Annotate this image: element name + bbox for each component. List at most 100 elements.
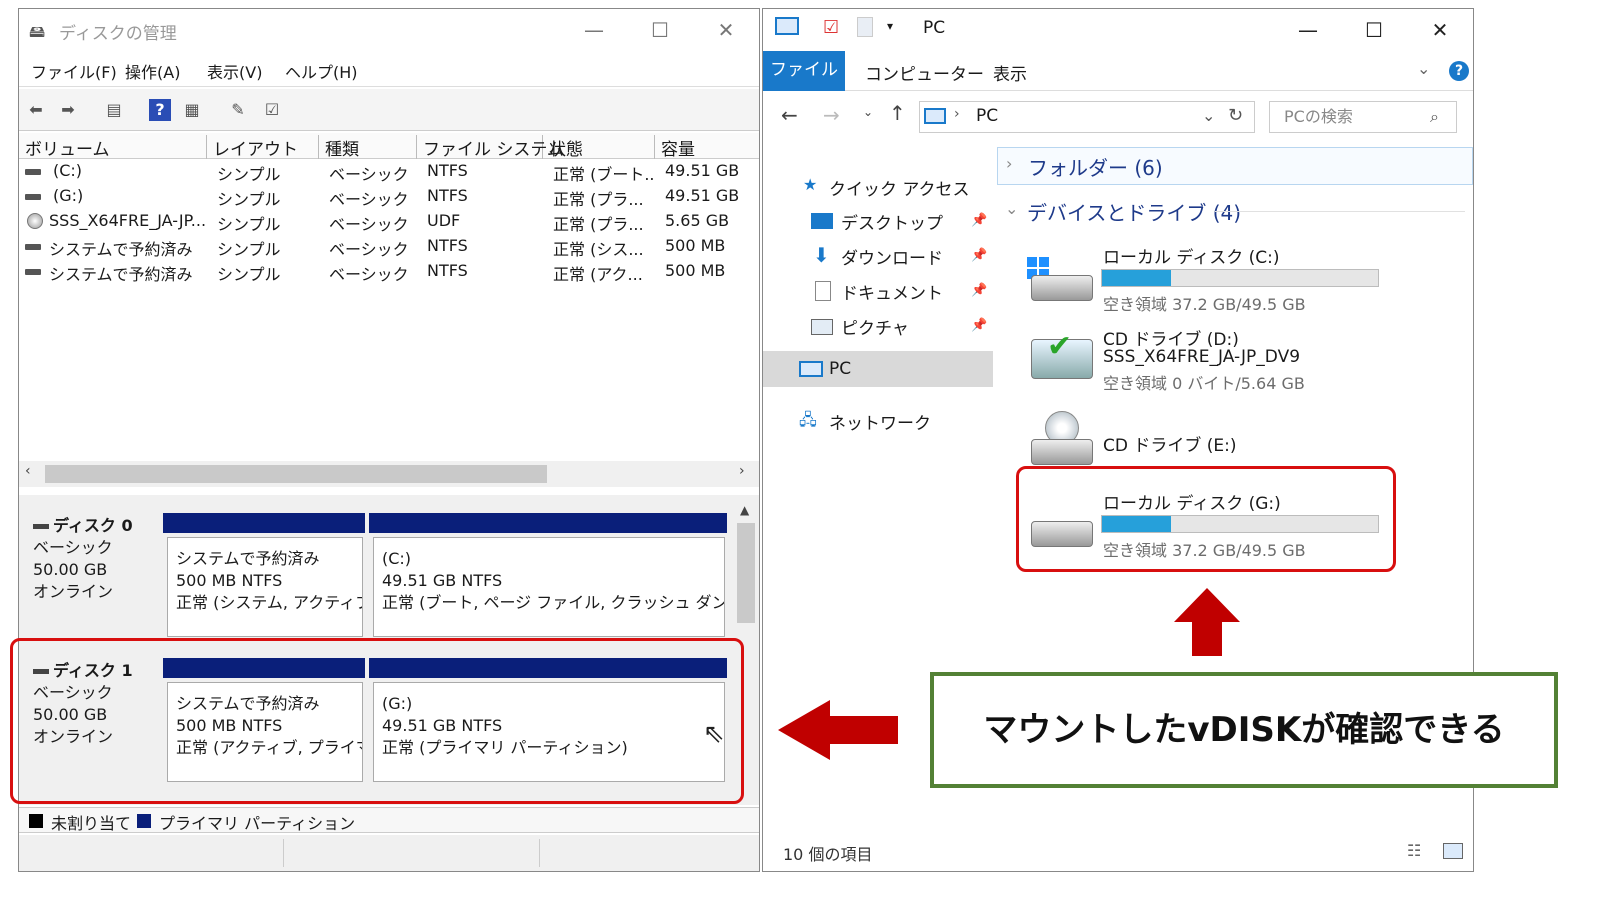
tab-computer[interactable]: コンピューター [865, 60, 984, 85]
table-row[interactable]: SSS_X64FRE_JA-JP... シンプル ベーシック UDF 正常 (プ… [19, 211, 759, 236]
help-icon[interactable]: ? [149, 99, 171, 121]
forward-arrow-icon[interactable]: ➡ [57, 99, 79, 121]
nav-desktop[interactable]: デスクトップ [841, 209, 943, 234]
recent-dropdown-icon[interactable]: ⌄ [863, 105, 873, 119]
status-bar [19, 835, 759, 871]
type-cell: ベーシック [329, 215, 409, 234]
quick-access-dropdown-icon[interactable]: ▾ [887, 19, 893, 33]
new-folder-icon[interactable] [857, 17, 873, 37]
nav-pictures[interactable]: ピクチャ [841, 314, 909, 339]
breadcrumb-chevron-icon: › [954, 106, 960, 122]
partition-label: (C:) [382, 549, 412, 568]
nav-network[interactable]: ネットワーク [829, 409, 931, 434]
drive-c[interactable]: ローカル ディスク (C:) 空き領域 37.2 GB/49.5 GB [1017, 243, 1457, 314]
pin-icon[interactable]: 📌 [971, 283, 987, 298]
partition-system-reserved[interactable]: システムで予約済み 500 MB NTFS 正常 (システム, アクティブ, : [167, 537, 363, 637]
capacity-cell: 49.51 GB [665, 161, 740, 180]
table-row[interactable]: (C:) シンプル ベーシック NTFS 正常 (ブート... 49.51 GB [19, 161, 759, 186]
refresh-icon[interactable]: ↻ [1228, 105, 1243, 126]
title-bar: 🖴 ディスクの管理 — ☐ ✕ [19, 9, 759, 53]
address-box[interactable]: › PC ⌄ ↻ [919, 101, 1255, 133]
chevron-down-icon[interactable]: ⌄ [1005, 199, 1018, 218]
pin-icon[interactable]: 📌 [971, 318, 987, 333]
nav-downloads[interactable]: ダウンロード [841, 244, 943, 269]
large-icons-view-icon[interactable] [1443, 843, 1463, 859]
column-filesystem[interactable]: ファイル システム [417, 135, 564, 160]
table-row[interactable]: (G:) シンプル ベーシック NTFS 正常 (プラ... 49.51 GB [19, 186, 759, 211]
close-button[interactable]: ✕ [1425, 15, 1455, 45]
help-icon[interactable]: ? [1449, 61, 1469, 81]
layout-cell: シンプル [217, 265, 281, 284]
close-button[interactable]: ✕ [711, 15, 741, 45]
capacity-fill [1102, 270, 1171, 286]
pin-icon[interactable]: 📌 [971, 213, 987, 228]
scrollbar-thumb[interactable] [45, 465, 547, 483]
back-arrow-icon[interactable]: ← [781, 103, 798, 127]
disk-0-info[interactable]: ディスク 0 ベーシック 50.00 GB オンライン [33, 515, 173, 603]
drive-name: CD ドライブ (E:) [1103, 436, 1237, 456]
column-layout[interactable]: レイアウト [207, 135, 319, 160]
table-row[interactable]: システムで予約済み シンプル ベーシック NTFS 正常 (アク... 500 … [19, 261, 759, 286]
connect-icon[interactable]: ✎ [227, 99, 249, 121]
scroll-left-icon[interactable]: ‹ [25, 463, 31, 479]
left-arrow-icon [778, 700, 898, 760]
column-status[interactable]: 状態 [543, 135, 655, 160]
up-arrow-icon[interactable]: ↑ [889, 101, 906, 125]
partition-size: 500 MB NTFS [176, 571, 283, 590]
scroll-up-icon[interactable]: ▲ [740, 503, 749, 517]
tab-file[interactable]: ファイル [763, 51, 845, 91]
menu-help[interactable]: ヘルプ(H) [285, 59, 358, 83]
details-view-icon[interactable]: ☷ [1407, 841, 1421, 860]
minimize-button[interactable]: — [1293, 15, 1323, 45]
search-input[interactable]: PCの検索 ⌕ [1269, 101, 1457, 133]
layout-cell: シンプル [217, 165, 281, 184]
partition-c[interactable]: (C:) 49.51 GB NTFS 正常 (ブート, ページ ファイル, クラ… [373, 537, 725, 637]
download-icon: ⬇ [813, 243, 830, 267]
capacity-cell: 500 MB [665, 261, 726, 280]
folders-group-header[interactable]: › フォルダー (6) [997, 147, 1473, 185]
column-capacity[interactable]: 容量 [655, 135, 759, 160]
devices-group-label[interactable]: デバイスとドライブ (4) [1027, 197, 1241, 226]
nav-pc: PC [829, 359, 852, 379]
scroll-right-icon[interactable]: › [739, 463, 745, 479]
pc-icon [799, 361, 823, 377]
nav-documents[interactable]: ドキュメント [841, 279, 943, 304]
horizontal-scrollbar[interactable]: ‹ › [19, 461, 759, 487]
console-tree-icon[interactable]: ▤ [103, 99, 125, 121]
menu-view[interactable]: 表示(V) [207, 59, 262, 83]
back-arrow-icon[interactable]: ⬅ [25, 99, 47, 121]
forward-arrow-icon[interactable]: → [823, 103, 840, 127]
nav-pc-selected[interactable]: PC [763, 351, 993, 387]
document-icon [815, 281, 831, 301]
address-dropdown-icon[interactable]: ⌄ [1202, 106, 1215, 125]
maximize-button[interactable]: ☐ [1359, 15, 1389, 45]
column-volume[interactable]: ボリューム [19, 135, 207, 160]
nav-quick-access[interactable]: クイック アクセス [829, 175, 970, 200]
partition-bar [163, 513, 365, 533]
properties-check-icon[interactable]: ☑ [823, 17, 839, 38]
maximize-button[interactable]: ☐ [645, 15, 675, 45]
window-title: PC [923, 18, 946, 38]
drive-label: SSS_X64FRE_JA-JP_DV9 [1103, 347, 1301, 367]
filesystem-cell: UDF [427, 211, 461, 230]
properties-icon[interactable]: ☑ [261, 99, 283, 121]
scrollbar-thumb[interactable] [737, 523, 755, 623]
partition-status: 正常 (システム, アクティブ, : [176, 593, 362, 612]
drive-d[interactable]: ✔ CD ドライブ (D:) SSS_X64FRE_JA-JP_DV9 空き領域… [1017, 325, 1457, 395]
breadcrumb[interactable]: PC [976, 106, 998, 126]
pin-icon[interactable]: 📌 [971, 248, 987, 263]
menu-action[interactable]: 操作(A) [125, 59, 180, 83]
search-icon: ⌕ [1430, 107, 1439, 126]
filesystem-cell: NTFS [427, 161, 468, 180]
type-cell: ベーシック [329, 265, 409, 284]
ribbon-expand-icon[interactable]: ⌄ [1417, 59, 1430, 78]
menu-file[interactable]: ファイル(F) [31, 59, 117, 83]
capacity-bar [1101, 269, 1379, 287]
table-row[interactable]: システムで予約済み シンプル ベーシック NTFS 正常 (シス... 500 … [19, 236, 759, 261]
details-view-icon[interactable]: ▦ [181, 99, 203, 121]
cd-drive-icon [1031, 439, 1093, 465]
minimize-button[interactable]: — [579, 15, 609, 45]
tab-view[interactable]: 表示 [993, 60, 1027, 85]
volume-name: システムで予約済み [49, 265, 193, 284]
column-type[interactable]: 種類 [319, 135, 417, 160]
